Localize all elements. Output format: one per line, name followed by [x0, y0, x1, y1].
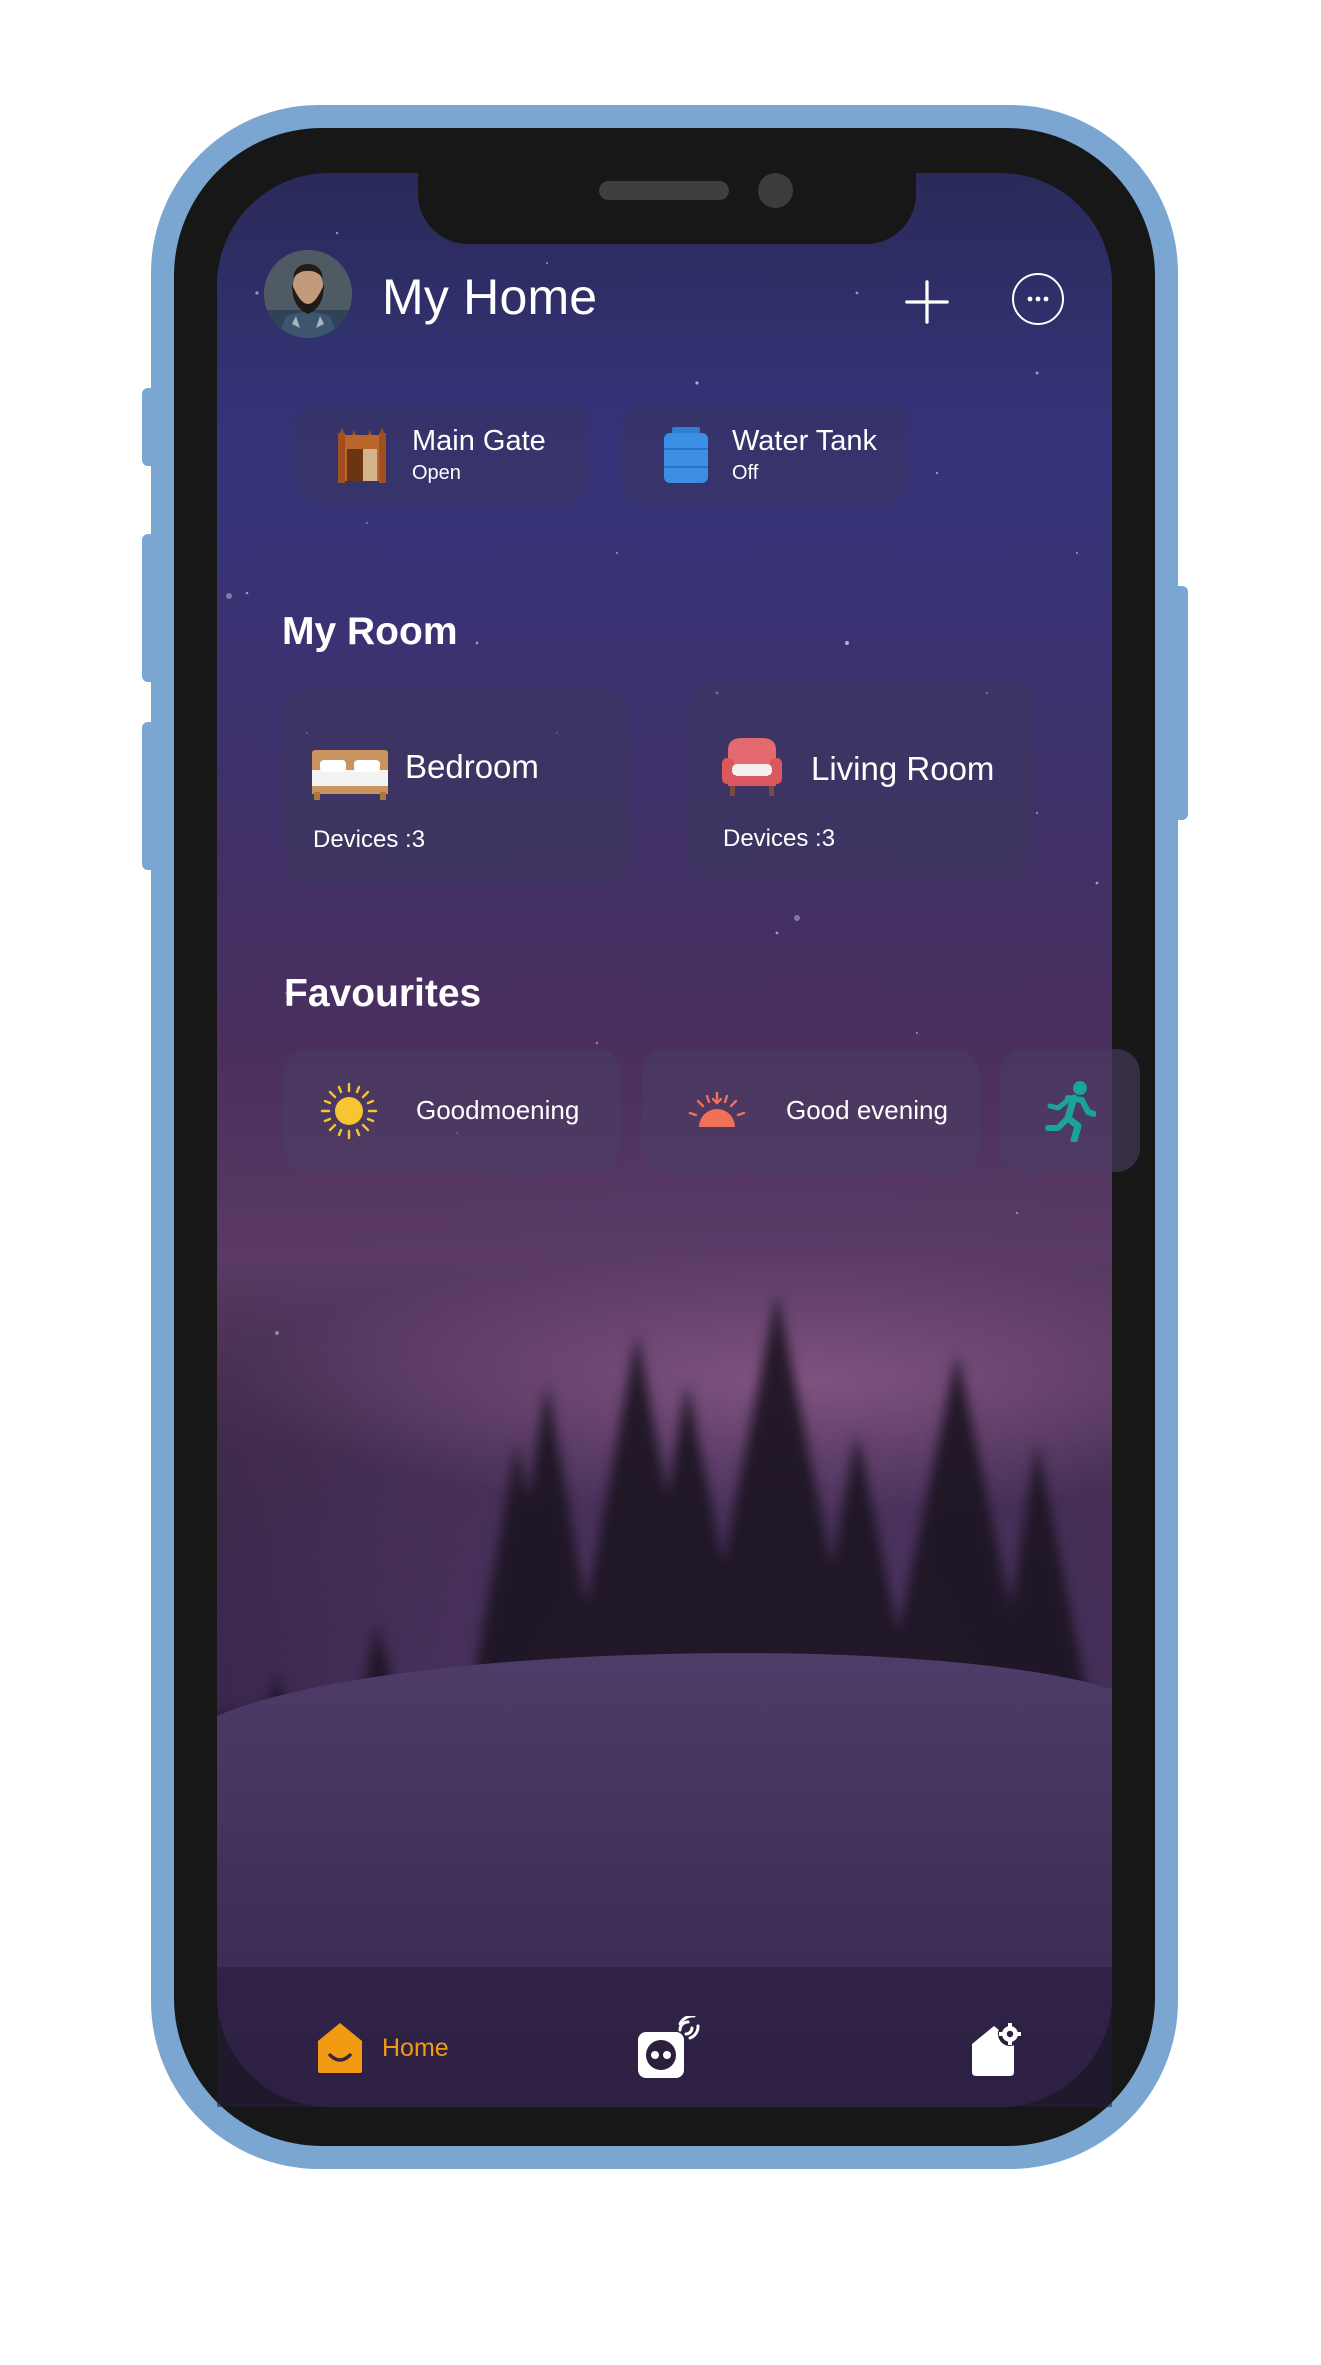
- plus-icon: [905, 280, 949, 324]
- avatar-photo: [264, 250, 352, 338]
- device-mockup: My Home Main Gate Open Water Tank Off My…: [0, 0, 1321, 2365]
- page-title: My Home: [382, 269, 598, 325]
- home-icon: [318, 2023, 362, 2073]
- room-name-living-room: Living Room: [811, 750, 995, 787]
- nav-home-tab[interactable]: Home: [314, 2020, 449, 2076]
- favourite-label: Goodmoening: [416, 1095, 580, 1125]
- favourite-motion[interactable]: [1000, 1049, 1140, 1172]
- room-card-bedroom[interactable]: Bedroom Devices :3: [284, 688, 630, 888]
- nav-home-label: Home: [382, 2033, 449, 2062]
- bed-icon: [312, 750, 388, 800]
- room-device-count: Devices :3: [313, 826, 426, 853]
- gate-icon: [338, 427, 386, 483]
- user-avatar[interactable]: [264, 250, 352, 338]
- nav-devices-tab[interactable]: [636, 2014, 702, 2080]
- favourite-good-evening[interactable]: Good evening: [642, 1049, 979, 1172]
- favourite-good-morning[interactable]: Goodmoening: [284, 1049, 621, 1172]
- more-horizontal-icon: [1027, 296, 1049, 302]
- sunset-icon: [688, 1091, 746, 1127]
- favourite-label: Good evening: [786, 1095, 948, 1125]
- earpiece-speaker: [599, 181, 729, 200]
- add-button[interactable]: [897, 272, 957, 332]
- nav-home-settings-tab[interactable]: [970, 2018, 1026, 2078]
- room-name-bedroom: Bedroom: [405, 748, 539, 785]
- water-tank-icon: [664, 426, 708, 483]
- my-room-heading: My Room: [282, 610, 458, 653]
- favourites-heading: Favourites: [284, 972, 482, 1015]
- water-tank-chip[interactable]: Water Tank Off: [622, 406, 910, 503]
- front-camera: [758, 173, 793, 208]
- main-gate-label: Main Gate: [412, 424, 546, 457]
- room-device-count: Devices :3: [723, 825, 836, 852]
- armchair-icon: [722, 738, 782, 796]
- motion-icon: [1045, 1080, 1096, 1142]
- sun-icon: [320, 1082, 378, 1139]
- more-options-button[interactable]: [1012, 273, 1064, 325]
- water-tank-status: Off: [732, 461, 759, 484]
- water-tank-label: Water Tank: [732, 424, 878, 457]
- home-settings-icon: [972, 2022, 1022, 2076]
- room-card-living-room[interactable]: Living Room Devices :3: [688, 680, 1036, 880]
- main-gate-status: Open: [412, 461, 461, 484]
- smart-plug-icon: [638, 2014, 700, 2078]
- main-gate-chip[interactable]: Main Gate Open: [294, 406, 590, 503]
